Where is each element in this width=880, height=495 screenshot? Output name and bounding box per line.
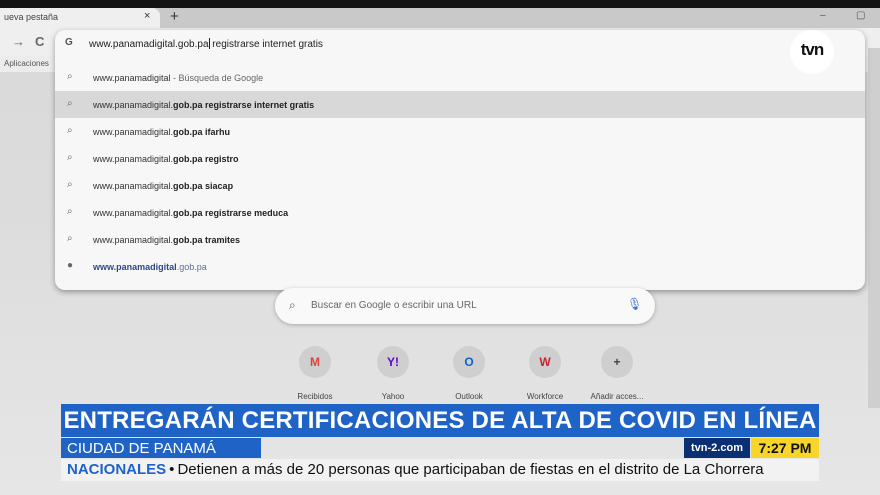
microphone-icon[interactable]: 🎙 [627,297,642,311]
yahoo-icon: Y! [377,346,409,378]
address-text-end: registrarse internet gratis [209,39,323,50]
search-placeholder: Buscar en Google o escribir una URL [311,300,477,311]
suggestion-item[interactable]: ⌕ www.panamadigital.gob.pa siacap [55,172,865,199]
ticker-section: NACIONALES [67,461,167,478]
ticker-text: Detienen a más de 20 personas que partic… [177,461,764,478]
news-ticker: NACIONALES • Detienen a más de 20 personas… [61,459,819,481]
shortcut-yahoo[interactable]: Y! Yahoo [358,346,428,401]
suggestion-item[interactable]: ⌕ www.panamadigital.gob.pa ifarhu [55,118,865,145]
suggestion-completion: gob.pa siacap [173,181,234,191]
broadcast-clock: 7:27 PM [751,438,819,458]
tab-new-tab[interactable]: ueva pestaña × [0,8,160,28]
search-icon: ⌕ [67,98,73,109]
suggestion-completion: gob.pa registrarse meduca [173,208,289,218]
suggestion-url: www.panamadigital [93,262,177,272]
suggestion-url-domain: .gob.pa [176,262,207,272]
suggestion-item[interactable]: ⌕ www.panamadigital.gob.pa registro [55,145,865,172]
suggestion-completion: gob.pa ifarhu [173,127,231,137]
workforce-icon: W [529,346,561,378]
address-text-start: www.panamadigital.gob.pa [89,39,209,50]
suggestion-text: www.panamadigital. [93,100,174,110]
shortcut-workforce[interactable]: W Workforce [510,346,580,401]
ticker-bullet: • [169,461,175,478]
location-label: CIUDAD DE PANAMÁ [61,438,261,458]
search-icon: ⌕ [67,233,73,244]
search-icon: ⌕ [67,206,73,217]
suggestion-text: www.panamadigital. [93,154,174,164]
shortcut-recibidos[interactable]: M Recibidos [280,346,350,401]
globe-icon: ● [67,260,74,271]
suggestion-text: www.panamadigital. [93,208,174,218]
website-label: tvn-2.com [684,438,750,458]
outlook-icon: O [453,346,485,378]
suggestion-completion: gob.pa registrarse internet gratis [173,100,315,110]
suggestion-item[interactable]: ⌕ www.panamadigital.gob.pa tramites [55,226,865,253]
shortcut-label: Workforce [526,392,564,401]
suggestion-text: www.panamadigital [93,73,171,83]
address-bar-input[interactable]: G www.panamadigital.gob.pa registrarse i… [55,30,865,56]
forward-arrow-icon[interactable]: → [12,34,25,49]
gmail-icon: M [299,346,331,378]
search-icon: ⌕ [67,179,73,190]
suggestion-item-selected[interactable]: ⌕ www.panamadigital.gob.pa registrarse i… [55,91,865,118]
suggestion-text: www.panamadigital. [93,235,174,245]
tab-title: ueva pestaña [4,12,59,22]
shortcut-label: Yahoo [381,392,405,401]
minimize-icon[interactable]: – [820,10,826,21]
page-right-edge [868,48,880,408]
suggestion-completion: gob.pa tramites [173,235,241,245]
search-icon: ⌕ [289,298,296,312]
suggestion-text: www.panamadigital. [93,181,174,191]
suggestion-item[interactable]: ⌕ www.panamadigital - Búsqueda de Google [55,64,865,91]
new-tab-button[interactable]: + [170,8,179,25]
suggestion-url-item[interactable]: ● www.panamadigital.gob.pa [55,253,865,280]
search-icon: ⌕ [67,125,73,136]
google-search-box[interactable]: ⌕ Buscar en Google o escribir una URL 🎙 [275,288,655,324]
plus-icon: + [601,346,633,378]
maximize-icon[interactable]: ▢ [856,10,865,21]
close-tab-icon[interactable]: × [144,10,150,22]
suggestion-completion: gob.pa registro [173,154,239,164]
tvn-logo: tvn [790,30,834,74]
shortcut-label: Recibidos [297,392,333,401]
search-icon: ⌕ [67,152,73,163]
bookmark-apps[interactable]: Aplicaciones [4,59,49,68]
google-icon: G [65,37,73,48]
reload-icon[interactable]: C [35,34,44,49]
suggestion-text: www.panamadigital. [93,127,174,137]
shortcut-label: Añadir acces... [590,392,644,401]
suggestion-suffix: - Búsqueda de Google [170,73,264,83]
omnibox-dropdown: G www.panamadigital.gob.pa registrarse i… [55,30,865,290]
news-headline: ENTREGARÁN CERTIFICACIONES DE ALTA DE CO… [61,404,819,437]
shortcut-outlook[interactable]: O Outlook [434,346,504,401]
tab-strip: ueva pestaña × + – ▢ [0,8,880,28]
shortcut-add[interactable]: + Añadir acces... [582,346,652,401]
shortcut-label: Outlook [455,392,483,401]
search-icon: ⌕ [67,71,73,82]
suggestion-item[interactable]: ⌕ www.panamadigital.gob.pa registrarse m… [55,199,865,226]
video-frame: ueva pestaña × + – ▢ → C Aplicaciones G … [0,0,880,495]
